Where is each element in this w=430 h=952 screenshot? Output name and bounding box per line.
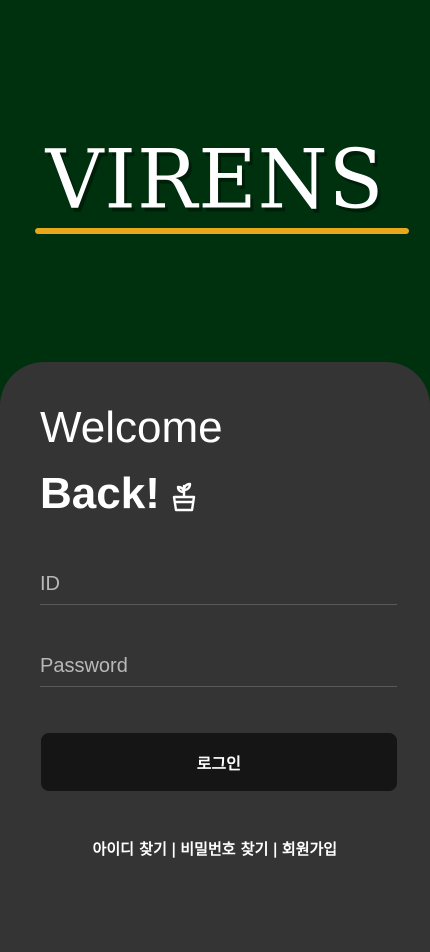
login-button[interactable]: 로그인 bbox=[41, 733, 397, 791]
back-title-row: Back! bbox=[40, 466, 198, 522]
id-input[interactable] bbox=[40, 564, 397, 604]
password-input[interactable] bbox=[40, 646, 397, 686]
logo-underline bbox=[35, 228, 409, 234]
welcome-title: Welcome bbox=[40, 403, 223, 452]
logo-text: VIRENS bbox=[45, 132, 385, 227]
password-field bbox=[40, 646, 397, 687]
link-separator: | bbox=[171, 840, 177, 858]
account-links: 아이디 찾기 | 비밀번호 찾기 | 회원가입 bbox=[0, 838, 430, 859]
logo: VIRENS bbox=[0, 132, 430, 227]
find-password-link[interactable]: 비밀번호 찾기 bbox=[181, 840, 269, 858]
back-title: Back! bbox=[40, 469, 160, 518]
signup-link[interactable]: 회원가입 bbox=[282, 840, 337, 858]
potted-plant-icon bbox=[170, 481, 198, 513]
link-separator: | bbox=[272, 840, 279, 858]
id-field bbox=[40, 564, 397, 605]
find-id-link[interactable]: 아이디 찾기 bbox=[93, 840, 167, 858]
